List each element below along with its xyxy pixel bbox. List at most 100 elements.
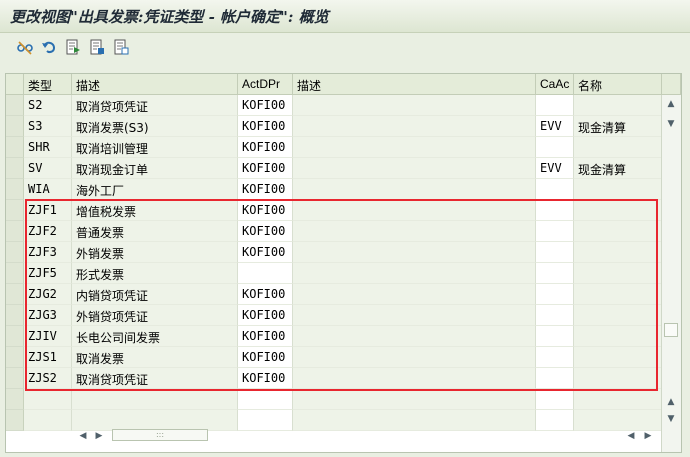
row-selector[interactable]: [6, 158, 24, 179]
vertical-scroll-thumb[interactable]: [664, 323, 678, 337]
document-select-icon[interactable]: [88, 38, 106, 56]
cell-caac[interactable]: [536, 368, 574, 389]
cell-description: 内销贷项凭证: [72, 284, 238, 305]
cell-actdpr[interactable]: KOFI00: [238, 242, 293, 263]
cell-caac[interactable]: [536, 305, 574, 326]
cell-type: ZJF5: [24, 263, 72, 284]
cell-actdpr[interactable]: KOFI00: [238, 95, 293, 116]
column-header-caac[interactable]: CaAc: [536, 74, 574, 95]
cell-actdpr[interactable]: KOFI00: [238, 221, 293, 242]
cell-actdpr[interactable]: KOFI00: [238, 305, 293, 326]
cell-name: [574, 221, 662, 242]
scroll-right-end-icon[interactable]: ▶: [641, 429, 655, 443]
cell-name: [574, 242, 662, 263]
scroll-left-icon[interactable]: ◀: [76, 429, 90, 443]
cell-actdpr[interactable]: KOFI00: [238, 179, 293, 200]
cell-type: [24, 410, 72, 431]
column-header-name[interactable]: 名称: [574, 74, 662, 95]
row-selector[interactable]: [6, 95, 24, 116]
row-selector[interactable]: [6, 116, 24, 137]
data-table: 类型 描述 ActDPr 描述 CaAc 名称 S2 取消贷项凭证 KOFI00 S3…: [5, 73, 682, 453]
cell-caac[interactable]: [536, 347, 574, 368]
cell-actdpr[interactable]: [238, 263, 293, 284]
cell-name: [574, 179, 662, 200]
row-selector[interactable]: [6, 284, 24, 305]
cell-actdpr[interactable]: KOFI00: [238, 116, 293, 137]
row-selector[interactable]: [6, 200, 24, 221]
row-selector[interactable]: [6, 389, 24, 410]
row-selector[interactable]: [6, 305, 24, 326]
cell-description: 取消贷项凭证: [72, 368, 238, 389]
cell-caac[interactable]: [536, 263, 574, 284]
horizontal-scrollbar[interactable]: ◀ ▶ ::: ◀ ▶: [68, 427, 658, 445]
cell-caac[interactable]: EVV: [536, 158, 574, 179]
cell-actdpr[interactable]: KOFI00: [238, 284, 293, 305]
cell-caac[interactable]: [536, 326, 574, 347]
cell-actdpr[interactable]: KOFI00: [238, 347, 293, 368]
column-header-description-2[interactable]: 描述: [293, 74, 536, 95]
scroll-left-end-icon[interactable]: ◀: [624, 429, 638, 443]
application-toolbar: [0, 33, 690, 61]
row-selector-header[interactable]: [6, 74, 24, 95]
cell-actdpr[interactable]: KOFI00: [238, 326, 293, 347]
cell-actdpr[interactable]: KOFI00: [238, 158, 293, 179]
cell-actdpr[interactable]: KOFI00: [238, 368, 293, 389]
cell-description: 海外工厂: [72, 179, 238, 200]
cell-description-2: [293, 389, 536, 410]
cell-description: 取消发票: [72, 347, 238, 368]
row-selector[interactable]: [6, 347, 24, 368]
cell-description-2: [293, 326, 536, 347]
cell-description-2: [293, 242, 536, 263]
document-deselect-icon[interactable]: [112, 38, 130, 56]
cell-caac[interactable]: [536, 389, 574, 410]
row-selector[interactable]: [6, 242, 24, 263]
scroll-up-top-icon[interactable]: ▲: [664, 97, 678, 111]
cell-actdpr[interactable]: KOFI00: [238, 137, 293, 158]
cell-type: ZJS2: [24, 368, 72, 389]
cell-description-2: [293, 305, 536, 326]
cell-type: ZJG2: [24, 284, 72, 305]
cell-type: WIA: [24, 179, 72, 200]
cell-caac[interactable]: EVV: [536, 116, 574, 137]
row-selector[interactable]: [6, 179, 24, 200]
cell-caac[interactable]: [536, 221, 574, 242]
column-header-actdpr[interactable]: ActDPr: [238, 74, 293, 95]
cell-caac[interactable]: [536, 284, 574, 305]
row-selector[interactable]: [6, 410, 24, 431]
row-selector[interactable]: [6, 221, 24, 242]
cell-name: [574, 95, 662, 116]
scroll-down-bottom-icon[interactable]: ▼: [664, 412, 678, 426]
cell-type: ZJF1: [24, 200, 72, 221]
cell-description: 取消发票(S3): [72, 116, 238, 137]
cell-caac[interactable]: [536, 95, 574, 116]
cell-description-2: [293, 200, 536, 221]
scroll-right-icon[interactable]: ▶: [92, 429, 106, 443]
column-header-description[interactable]: 描述: [72, 74, 238, 95]
row-selector[interactable]: [6, 326, 24, 347]
undo-icon[interactable]: [40, 38, 58, 56]
cell-type: ZJG3: [24, 305, 72, 326]
cell-description-2: [293, 221, 536, 242]
cell-caac[interactable]: [536, 242, 574, 263]
title-bar: 更改视图"出具发票:凭证类型 - 帐户确定": 概览: [0, 0, 690, 33]
horizontal-scroll-thumb[interactable]: :::: [112, 429, 208, 441]
cell-caac[interactable]: [536, 137, 574, 158]
vertical-scrollbar[interactable]: ▲ ▼ ▲ ▼: [661, 95, 681, 452]
cell-name: [574, 200, 662, 221]
cell-caac[interactable]: [536, 200, 574, 221]
cell-actdpr[interactable]: [238, 389, 293, 410]
cell-name: 现金清算: [574, 116, 662, 137]
cell-caac[interactable]: [536, 179, 574, 200]
scroll-down-top-icon[interactable]: ▼: [664, 117, 678, 131]
row-selector[interactable]: [6, 263, 24, 284]
cell-type: ZJF3: [24, 242, 72, 263]
document-arrow-icon[interactable]: [64, 38, 82, 56]
scroll-up-bottom-icon[interactable]: ▲: [664, 395, 678, 409]
row-selector[interactable]: [6, 368, 24, 389]
cell-type: ZJS1: [24, 347, 72, 368]
column-header-type[interactable]: 类型: [24, 74, 72, 95]
row-selector[interactable]: [6, 137, 24, 158]
cell-actdpr[interactable]: KOFI00: [238, 200, 293, 221]
cell-description-2: [293, 284, 536, 305]
glasses-icon[interactable]: [16, 38, 34, 56]
